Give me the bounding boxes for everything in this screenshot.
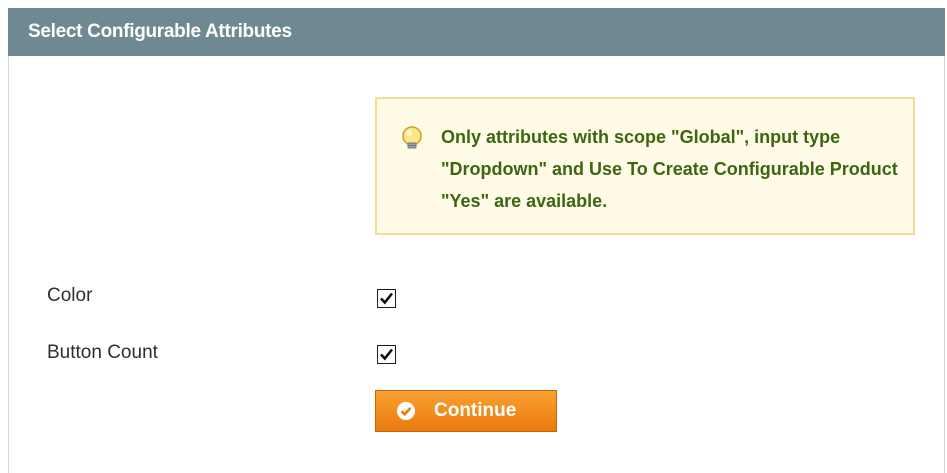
notice-message: Only attributes with scope "Global", inp… [375, 97, 915, 235]
section-title: Select Configurable Attributes [28, 21, 292, 42]
checkmark-icon [380, 292, 394, 305]
section-header: Select Configurable Attributes [8, 8, 945, 56]
attribute-checkbox-color[interactable] [377, 289, 396, 308]
attribute-label-color: Color [47, 285, 93, 306]
continue-button-label: Continue [434, 400, 517, 421]
attribute-checkbox-button-count[interactable] [377, 345, 396, 364]
attribute-label-button-count: Button Count [47, 342, 158, 363]
checkmark-icon [380, 348, 394, 361]
continue-button[interactable]: Continue [375, 390, 557, 432]
lightbulb-icon [399, 125, 425, 151]
notice-text: Only attributes with scope "Global", inp… [441, 127, 898, 211]
check-circle-icon [396, 401, 416, 421]
